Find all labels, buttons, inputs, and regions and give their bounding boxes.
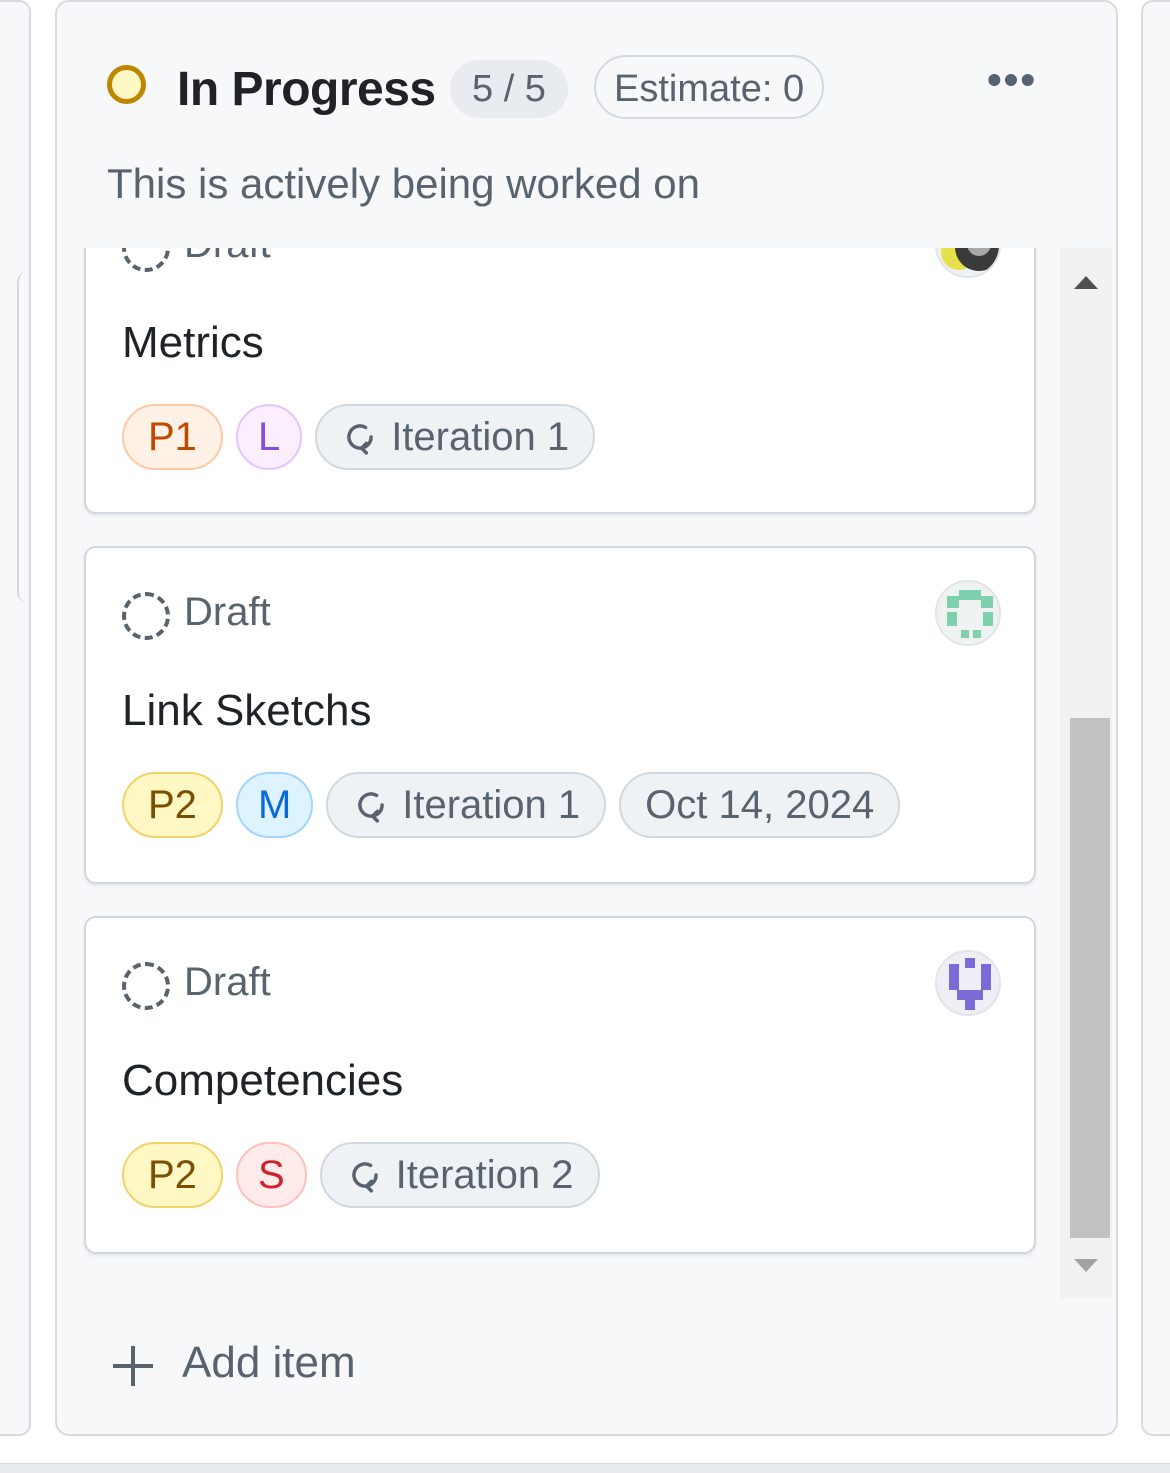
board-column-in-progress: In Progress 5 / 5 Estimate: 0 ••• This i… <box>55 0 1118 1436</box>
card-title[interactable]: Competencies <box>122 1056 403 1106</box>
card-fields: P2 M Iteration 1 Oct 14, 2024 <box>122 770 901 840</box>
item-count-badge: 5 / 5 <box>450 60 568 118</box>
iteration-label: Iteration 1 <box>391 415 570 459</box>
previous-column <box>0 0 31 1436</box>
estimate-badge: Estimate: 0 <box>594 55 825 119</box>
iteration-label: Iteration 2 <box>395 1153 574 1197</box>
card-status-label: Draft <box>184 960 271 1004</box>
size-tag[interactable]: M <box>235 772 314 838</box>
priority-tag[interactable]: P2 <box>122 772 223 838</box>
assignee-avatar[interactable] <box>935 248 1001 278</box>
size-tag[interactable]: S <box>235 1142 307 1208</box>
project-board: In Progress 5 / 5 Estimate: 0 ••• This i… <box>0 0 1170 1473</box>
previous-column-card-edge <box>17 272 31 602</box>
priority-tag[interactable]: P1 <box>122 404 223 470</box>
iteration-icon <box>347 424 374 455</box>
priority-tag[interactable]: P2 <box>122 1142 223 1208</box>
card-title[interactable]: Link Sketchs <box>122 686 371 736</box>
iteration-icon <box>358 792 385 823</box>
card-title[interactable]: Metrics <box>122 318 264 368</box>
card-status-label: Draft <box>184 590 271 634</box>
column-description: This is actively being worked on <box>107 160 700 207</box>
date-tag[interactable]: Oct 14, 2024 <box>619 772 901 838</box>
scrollbar-thumb[interactable] <box>1070 718 1110 1238</box>
column-more-options-icon[interactable]: ••• <box>982 59 1042 101</box>
iteration-tag[interactable]: Iteration 2 <box>319 1142 600 1208</box>
iteration-tag[interactable]: Iteration 1 <box>326 772 607 838</box>
vertical-scrollbar[interactable] <box>1060 248 1112 1298</box>
plus-icon <box>113 1346 153 1386</box>
board-card[interactable]: Draft Competencies P2 S Iteration 2 <box>84 916 1036 1254</box>
iteration-label: Iteration 1 <box>402 783 581 827</box>
in-progress-status-icon <box>107 65 146 104</box>
assignee-avatar[interactable] <box>935 580 1001 646</box>
window-bottom-edge <box>0 1463 1170 1473</box>
card-fields: P2 S Iteration 2 <box>122 1140 600 1210</box>
draft-status-icon <box>122 592 170 640</box>
column-title: In Progress <box>177 63 436 116</box>
add-item-label: Add item <box>182 1338 356 1387</box>
board-card[interactable]: Draft Metrics P1 L <box>84 248 1036 514</box>
column-header: In Progress 5 / 5 Estimate: 0 ••• This i… <box>57 2 1116 248</box>
next-column <box>1141 0 1170 1436</box>
scroll-up-arrow-icon[interactable] <box>1074 276 1098 289</box>
iteration-tag[interactable]: Iteration 1 <box>315 404 596 470</box>
card-fields: P1 L Iteration 1 <box>122 402 596 472</box>
draft-status-icon <box>122 248 170 272</box>
draft-status-icon <box>122 962 170 1010</box>
card-status-label: Draft <box>184 248 271 267</box>
assignee-avatar[interactable] <box>935 950 1001 1016</box>
scroll-down-arrow-icon[interactable] <box>1074 1259 1098 1272</box>
size-tag[interactable]: L <box>235 404 303 470</box>
iteration-icon <box>351 1162 378 1193</box>
column-card-list[interactable]: Draft Metrics P1 L <box>57 248 1116 1298</box>
board-card[interactable]: Draft Link Sketchs P2 M Iteration 1 Oct … <box>84 546 1036 884</box>
